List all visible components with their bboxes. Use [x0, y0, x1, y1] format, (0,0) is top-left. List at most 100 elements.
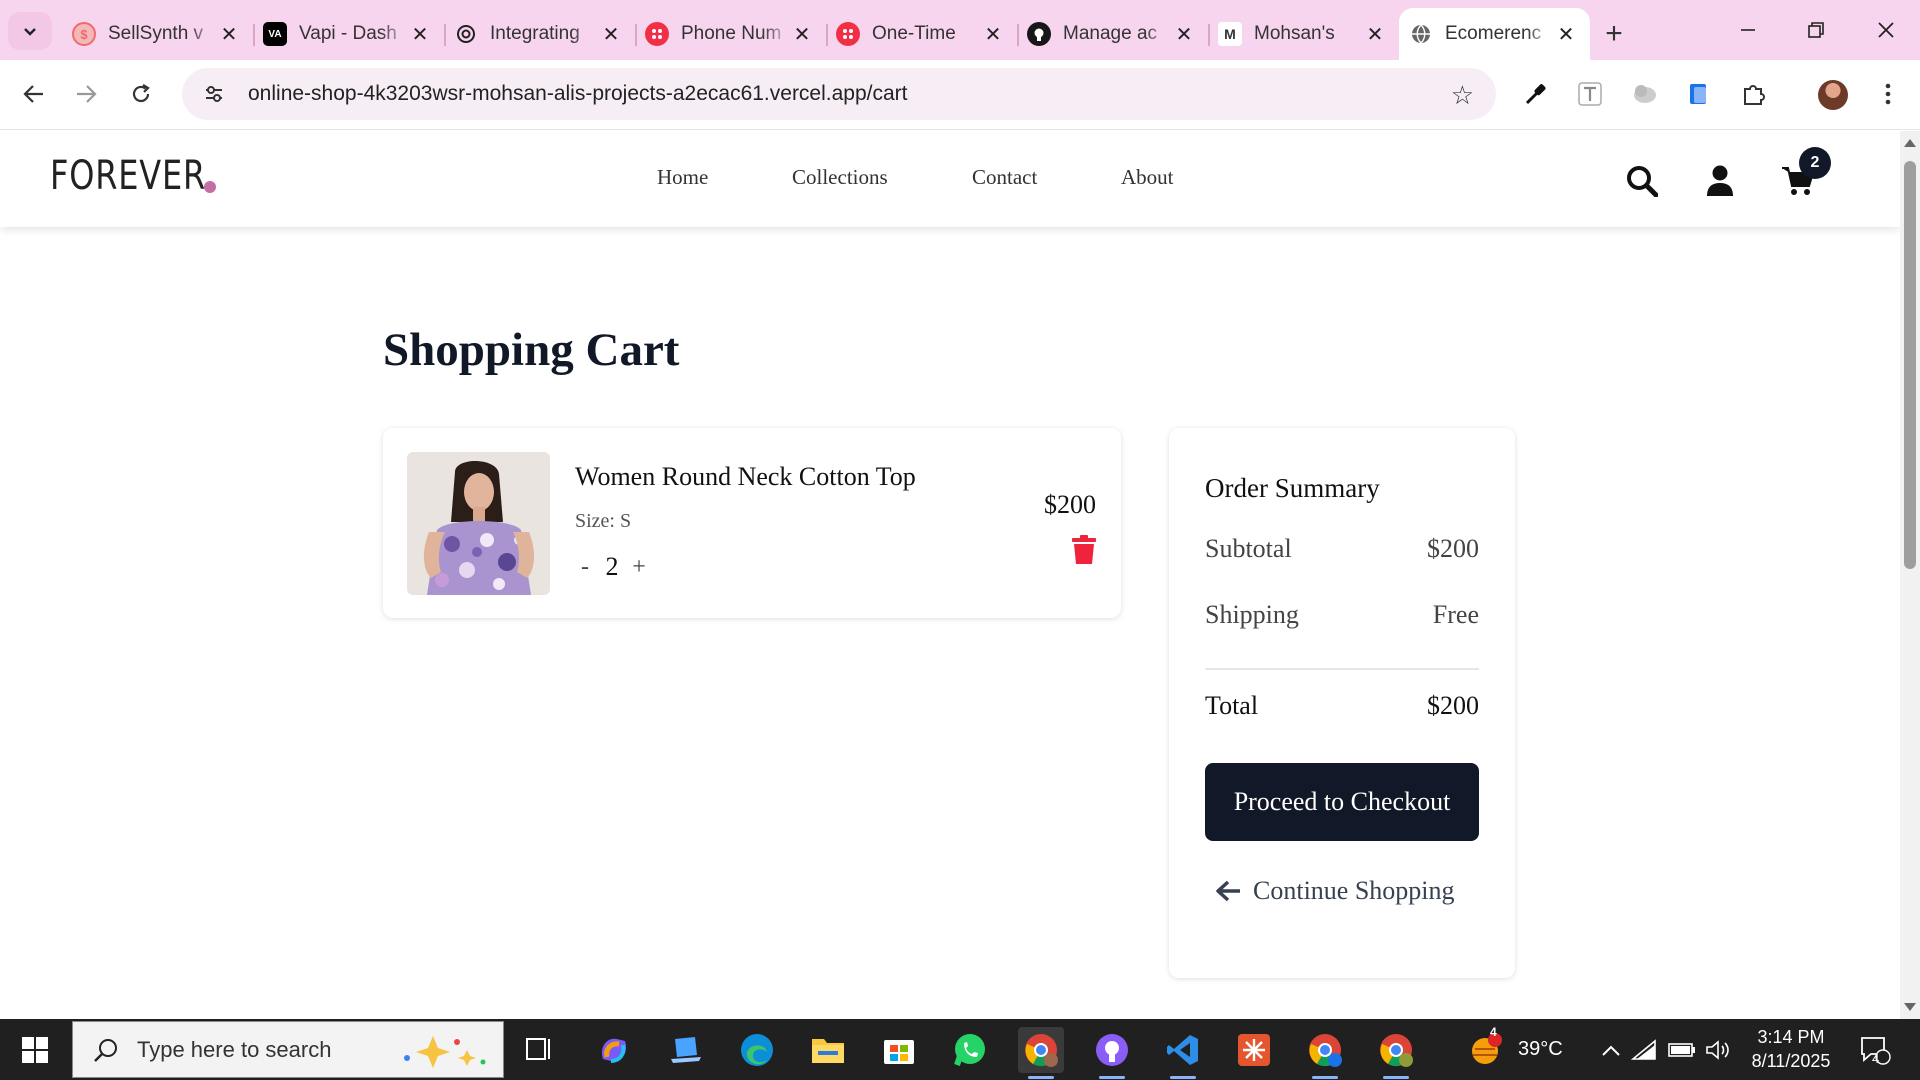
site-info-icon[interactable] [194, 83, 234, 105]
close-icon[interactable]: ✕ [981, 22, 1005, 47]
summary-divider [1205, 668, 1479, 670]
close-window-button[interactable] [1852, 0, 1920, 60]
product-price: $200 [1044, 490, 1096, 519]
tab-title: SellSynth v [108, 23, 204, 44]
edge-browser-icon[interactable] [734, 1027, 780, 1073]
extensions-puzzle-icon[interactable] [1736, 76, 1772, 112]
battery-icon[interactable] [1664, 1027, 1700, 1073]
close-icon[interactable]: ✕ [1363, 22, 1387, 47]
close-icon[interactable]: ✕ [217, 22, 241, 47]
task-view-icon[interactable] [516, 1027, 562, 1073]
tab-portfolio[interactable]: M Mohsan's ✕ [1208, 12, 1399, 56]
text-extension-icon[interactable] [1572, 76, 1608, 112]
chrome-profile-2-icon[interactable] [1302, 1027, 1348, 1079]
scrollbar-thumb[interactable] [1904, 161, 1916, 569]
site-header: FOREVER Home Collections Contact About 2 [0, 131, 1900, 227]
wifi-icon[interactable] [1626, 1027, 1662, 1073]
windows-start-button[interactable] [0, 1019, 70, 1080]
tab-search-button[interactable] [8, 12, 52, 50]
page-viewport: FOREVER Home Collections Contact About 2… [0, 131, 1900, 1019]
whatsapp-icon[interactable] [947, 1027, 993, 1073]
openai-icon [454, 22, 478, 46]
eyedropper-extension-icon[interactable] [1518, 76, 1554, 112]
reload-button[interactable] [121, 74, 161, 114]
page-scrollbar[interactable] [1900, 131, 1920, 1019]
site-logo[interactable]: FOREVER [50, 153, 206, 199]
github-desktop-icon[interactable] [1089, 1027, 1135, 1079]
scroll-up-arrow-icon[interactable] [1904, 139, 1916, 147]
increase-quantity-button[interactable]: + [629, 554, 649, 581]
tab-title: Ecomerenc [1445, 23, 1542, 44]
chrome-profile-3-icon[interactable] [1373, 1027, 1419, 1079]
close-icon[interactable]: ✕ [1172, 22, 1196, 47]
address-bar[interactable]: online-shop-4k3203wsr-mohsan-alis-projec… [182, 68, 1496, 120]
chevron-down-icon [24, 28, 36, 36]
product-name[interactable]: Women Round Neck Cotton Top [575, 462, 916, 492]
new-tab-button[interactable]: + [1590, 12, 1638, 56]
tab-ecommerce-active[interactable]: Ecomerenc ✕ [1399, 8, 1590, 60]
bookmark-star-icon[interactable]: ☆ [1451, 80, 1474, 111]
shipping-value: Free [1432, 600, 1479, 629]
tab-phone-numbers[interactable]: Phone Num ✕ [635, 12, 826, 56]
document-extension-icon[interactable] [1681, 76, 1717, 112]
tab-integrating[interactable]: Integrating ✕ [444, 12, 635, 56]
volume-icon[interactable] [1700, 1027, 1736, 1073]
windows-logo-icon [22, 1036, 48, 1063]
arrow-left-icon [1215, 880, 1243, 902]
nav-about[interactable]: About [1121, 165, 1174, 190]
twilio-icon [645, 22, 669, 46]
forward-button[interactable] [66, 74, 106, 114]
tab-sellsynth[interactable]: $ SellSynth v ✕ [62, 12, 253, 56]
scroll-down-arrow-icon[interactable] [1904, 1003, 1916, 1011]
page-title: Shopping Cart [383, 324, 680, 376]
subtotal-value: $200 [1427, 534, 1479, 563]
copilot-app-icon[interactable] [591, 1027, 637, 1073]
decrease-quantity-button[interactable]: - [575, 554, 595, 581]
close-icon[interactable]: ✕ [599, 22, 623, 47]
close-icon[interactable]: ✕ [408, 22, 432, 47]
nav-collections[interactable]: Collections [792, 165, 888, 190]
nav-contact[interactable]: Contact [972, 165, 1037, 190]
continue-shopping-link[interactable]: Continue Shopping [1215, 876, 1479, 906]
weather-temperature[interactable]: 39°C [1518, 1038, 1563, 1061]
microsoft-store-icon[interactable] [876, 1027, 922, 1073]
back-button[interactable] [14, 74, 54, 114]
cart-count-badge: 2 [1799, 147, 1831, 179]
vscode-icon[interactable] [1160, 1027, 1206, 1079]
portfolio-icon: M [1218, 22, 1242, 46]
profile-avatar[interactable] [1818, 80, 1848, 110]
address-bar-url[interactable]: online-shop-4k3203wsr-mohsan-alis-projec… [248, 82, 908, 106]
logo-dot [204, 181, 216, 193]
total-label: Total [1205, 691, 1259, 720]
quantity-stepper: - 2 + [575, 552, 649, 582]
tab-vapi[interactable]: VA Vapi - Dash ✕ [253, 12, 444, 56]
user-icon[interactable] [1700, 161, 1740, 201]
laptop-app-icon[interactable] [663, 1027, 709, 1073]
chrome-profile-1-icon[interactable] [1018, 1027, 1064, 1079]
quantity-value: 2 [605, 552, 619, 581]
restore-button[interactable] [1782, 0, 1850, 60]
cloud-extension-icon[interactable] [1627, 76, 1663, 112]
taskbar-search-input[interactable]: Type here to search [72, 1021, 504, 1078]
close-icon[interactable]: ✕ [1554, 22, 1578, 47]
file-explorer-icon[interactable] [805, 1027, 851, 1073]
subtotal-label: Subtotal [1205, 534, 1292, 563]
close-icon[interactable]: ✕ [790, 22, 814, 47]
sellsynth-icon: $ [72, 22, 96, 46]
proceed-to-checkout-button[interactable]: Proceed to Checkout [1205, 763, 1479, 841]
trash-icon[interactable] [1071, 535, 1097, 565]
notifications-icon[interactable] [1852, 1027, 1898, 1073]
cart-item-card: Women Round Neck Cotton Top Size: S - 2 … [383, 428, 1121, 618]
taskbar-clock[interactable]: 3:14 PM 8/11/2025 [1736, 1025, 1846, 1073]
weather-icon[interactable] [1462, 1027, 1508, 1073]
search-icon[interactable] [1622, 161, 1662, 201]
nav-home[interactable]: Home [657, 165, 708, 190]
tab-github[interactable]: Manage ac ✕ [1017, 12, 1208, 56]
kebab-menu-icon[interactable] [1870, 76, 1906, 112]
tab-one-time[interactable]: One-Time ✕ [826, 12, 1017, 56]
tab-title: Mohsan's [1254, 23, 1335, 44]
minimize-button[interactable] [1714, 0, 1782, 60]
snip-tool-icon[interactable] [1231, 1027, 1277, 1073]
close-icon [1878, 22, 1894, 38]
product-image[interactable] [407, 452, 550, 595]
